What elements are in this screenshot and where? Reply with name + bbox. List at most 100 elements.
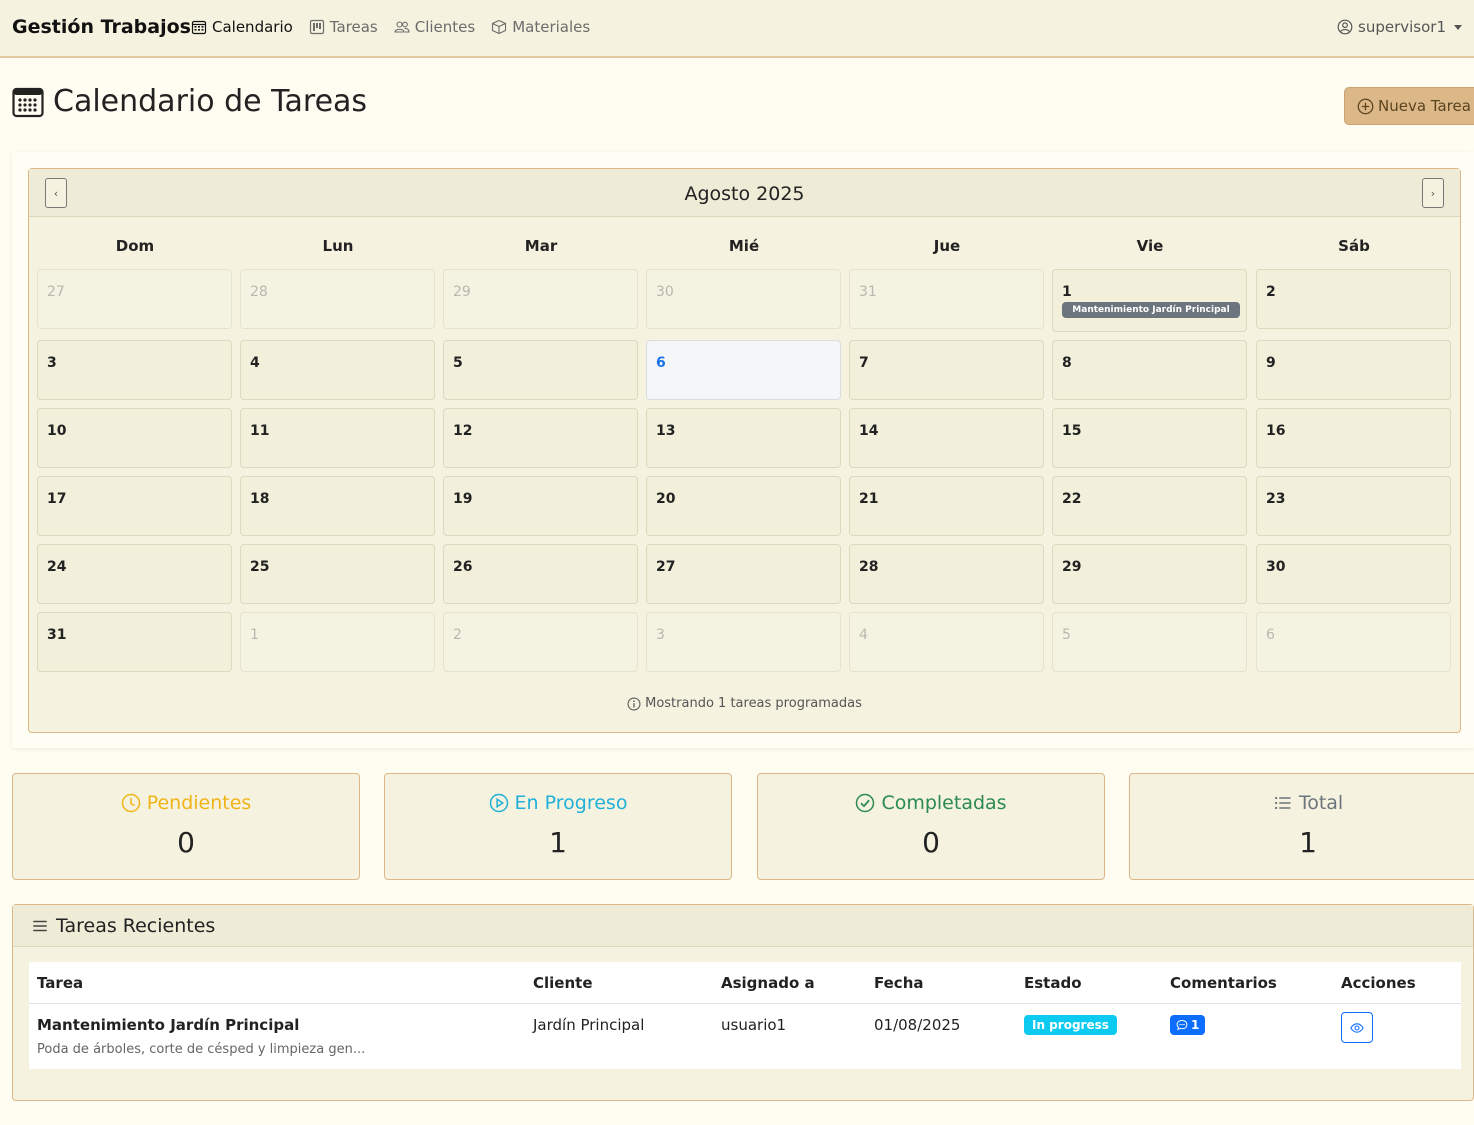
calendar-day[interactable]: 30 (1256, 544, 1451, 604)
col-header-comentarios: Comentarios (1170, 974, 1277, 992)
day-number: 14 (859, 423, 879, 439)
calendar-day[interactable]: 11 (240, 408, 435, 468)
day-number: 19 (453, 491, 473, 507)
task-client: Jardín Principal (533, 1016, 645, 1034)
calendar-day[interactable]: 3 (37, 340, 232, 400)
calendar-day[interactable]: 24 (37, 544, 232, 604)
calendar-day[interactable]: 14 (849, 408, 1044, 468)
calendar-day[interactable]: 5 (443, 340, 638, 400)
stat-label: Completadas (758, 792, 1104, 814)
page-title: Calendario de Tareas (12, 84, 367, 119)
nav-link-label: Materiales (512, 18, 591, 36)
calendar-day[interactable]: 13 (646, 408, 841, 468)
nav-link-label: Tareas (329, 18, 378, 36)
day-number: 15 (1062, 423, 1082, 439)
view-task-button[interactable] (1341, 1012, 1373, 1043)
calendar-day[interactable]: 5 (1052, 612, 1247, 672)
day-number: 7 (859, 355, 869, 371)
list-icon (31, 917, 49, 935)
task-assigned: usuario1 (721, 1016, 787, 1034)
day-number: 6 (656, 355, 666, 371)
calendar-day[interactable]: 16 (1256, 408, 1451, 468)
day-number: 3 (47, 355, 57, 371)
day-number: 1 (250, 627, 259, 643)
calendar-day[interactable]: 3 (646, 612, 841, 672)
nav-link-tareas[interactable]: Tareas (309, 18, 378, 36)
stat-label-text: En Progreso (514, 792, 628, 814)
calendar-day[interactable]: 27 (646, 544, 841, 604)
calendar-day[interactable]: 12 (443, 408, 638, 468)
calendar-day[interactable]: 1 (240, 612, 435, 672)
calendar-day[interactable]: 7 (849, 340, 1044, 400)
calendar-day[interactable]: 31 (37, 612, 232, 672)
day-number: 30 (1266, 559, 1286, 575)
user-menu[interactable]: supervisor1 (1337, 18, 1462, 36)
day-number: 31 (47, 627, 67, 643)
calendar-day-today[interactable]: 6 (646, 340, 841, 400)
calendar-day[interactable]: 4 (240, 340, 435, 400)
calendar-day[interactable]: 17 (37, 476, 232, 536)
page-title-text: Calendario de Tareas (53, 84, 368, 119)
calendar-day[interactable]: 27 (37, 269, 232, 329)
stat-card-total: Total 1 (1129, 773, 1474, 880)
calendar-day[interactable]: 10 (37, 408, 232, 468)
calendar-day[interactable]: 2 (1256, 269, 1451, 329)
stat-label-text: Total (1298, 792, 1344, 814)
calendar-day[interactable]: 6 (1256, 612, 1451, 672)
calendar-day[interactable]: 15 (1052, 408, 1247, 468)
stat-card-completadas: Completadas 0 (757, 773, 1105, 880)
next-month-button[interactable]: › (1422, 178, 1444, 208)
task-date: 01/08/2025 (874, 1016, 961, 1034)
calendar-card: ‹ Agosto 2025 › Dom Lun Mar Mié Jue Vie Sáb 27… (12, 152, 1474, 748)
info-circle-icon (627, 697, 641, 711)
play-circle-icon (489, 793, 509, 813)
calendar-day[interactable]: 1 Mantenimiento Jardín Principal (1052, 269, 1247, 332)
stat-label: Total (1130, 792, 1474, 814)
calendar-day[interactable]: 26 (443, 544, 638, 604)
brand[interactable]: Gestión Trabajos (12, 16, 191, 38)
chat-icon (1176, 1019, 1188, 1031)
calendar-day[interactable]: 23 (1256, 476, 1451, 536)
calendar-day[interactable]: 4 (849, 612, 1044, 672)
weekday-header: Mar (524, 237, 558, 255)
calendar-day[interactable]: 29 (1052, 544, 1247, 604)
nav-link-calendario[interactable]: Calendario (191, 18, 293, 36)
day-number: 17 (47, 491, 67, 507)
day-number: 26 (453, 559, 473, 575)
clock-icon (121, 793, 141, 813)
check-circle-icon (855, 793, 875, 813)
col-header-acciones: Acciones (1341, 974, 1416, 992)
person-circle-icon (1337, 19, 1353, 35)
calendar-day[interactable]: 28 (240, 269, 435, 329)
calendar-day[interactable]: 25 (240, 544, 435, 604)
nav-link-clientes[interactable]: Clientes (394, 18, 475, 36)
new-task-button[interactable]: Nueva Tarea (1344, 87, 1474, 125)
weekday-header: Jue (933, 237, 961, 255)
weekday-header: Mié (728, 237, 760, 255)
day-number: 23 (1266, 491, 1286, 507)
nav-link-materiales[interactable]: Materiales (491, 18, 590, 36)
calendar-day[interactable]: 19 (443, 476, 638, 536)
stat-label-text: Completadas (881, 792, 1007, 814)
calendar: ‹ Agosto 2025 › Dom Lun Mar Mié Jue Vie Sáb 27… (28, 168, 1461, 733)
calendar-info-text: Mostrando 1 tareas programadas (645, 696, 862, 711)
day-number: 25 (250, 559, 270, 575)
calendar-day[interactable]: 29 (443, 269, 638, 329)
calendar-day[interactable]: 8 (1052, 340, 1247, 400)
weekday-header: Lun (322, 237, 354, 255)
calendar-day[interactable]: 28 (849, 544, 1044, 604)
calendar-day[interactable]: 9 (1256, 340, 1451, 400)
calendar-day[interactable]: 22 (1052, 476, 1247, 536)
calendar-day[interactable]: 21 (849, 476, 1044, 536)
calendar-day[interactable]: 18 (240, 476, 435, 536)
calendar-day[interactable]: 20 (646, 476, 841, 536)
calendar-day[interactable]: 30 (646, 269, 841, 329)
day-number: 3 (656, 627, 665, 643)
calendar-event[interactable]: Mantenimiento Jardín Principal (1062, 302, 1240, 318)
day-number: 24 (47, 559, 67, 575)
calendar-day[interactable]: 31 (849, 269, 1044, 329)
calendar-day[interactable]: 2 (443, 612, 638, 672)
day-number: 18 (250, 491, 270, 507)
day-number: 22 (1062, 491, 1082, 507)
list-icon (1273, 793, 1293, 813)
